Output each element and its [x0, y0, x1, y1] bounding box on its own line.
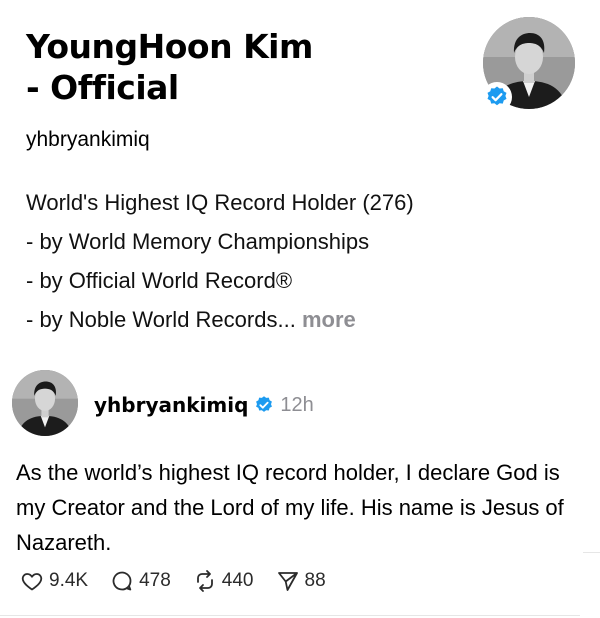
verified-badge-icon — [482, 82, 512, 112]
post-timestamp: 12h — [280, 393, 314, 416]
reply-button[interactable]: 478 — [110, 569, 171, 593]
profile-name-line2: - Official — [26, 68, 179, 107]
more-link[interactable]: more — [302, 307, 356, 332]
share-count: 88 — [304, 570, 326, 591]
like-count: 9.4K — [49, 570, 89, 591]
heart-icon — [21, 573, 43, 591]
person-photo-icon — [12, 370, 78, 436]
repost-count: 440 — [221, 570, 254, 591]
post-username[interactable]: yhbryankimiq — [94, 393, 248, 417]
profile-handle: yhbryankimiq — [26, 128, 150, 151]
post-header: yhbryankimiq 12h — [94, 392, 314, 418]
divider — [583, 552, 600, 553]
reply-count: 478 — [139, 570, 171, 591]
profile-bio: World's Highest IQ Record Holder (276) -… — [26, 183, 566, 339]
like-button[interactable]: 9.4K — [20, 569, 88, 593]
post-avatar[interactable] — [12, 370, 78, 436]
divider — [0, 615, 580, 616]
send-icon — [277, 572, 298, 591]
profile-name-line1: YoungHoon Kim — [26, 27, 313, 66]
repost-icon — [196, 570, 213, 592]
verified-badge-icon — [256, 396, 273, 412]
share-button[interactable]: 88 — [276, 569, 326, 593]
bio-line: - by Official World Record® — [26, 268, 293, 293]
bio-line: World's Highest IQ Record Holder (276) — [26, 190, 414, 215]
bio-ellipsis: ... — [277, 307, 296, 332]
reply-bubble-icon — [112, 571, 132, 591]
repost-button[interactable]: 440 — [193, 569, 254, 593]
profile-name: YoungHoon Kim - Official — [26, 26, 446, 108]
bio-line: - by World Memory Championships — [26, 229, 370, 254]
post-actions: 9.4K 478 440 88 — [20, 566, 348, 596]
bio-line: - by Noble World Records — [26, 307, 278, 332]
bio-line-last: - by Noble World Records... more — [26, 300, 566, 339]
post-text: As the world’s highest IQ record holder,… — [16, 460, 564, 555]
